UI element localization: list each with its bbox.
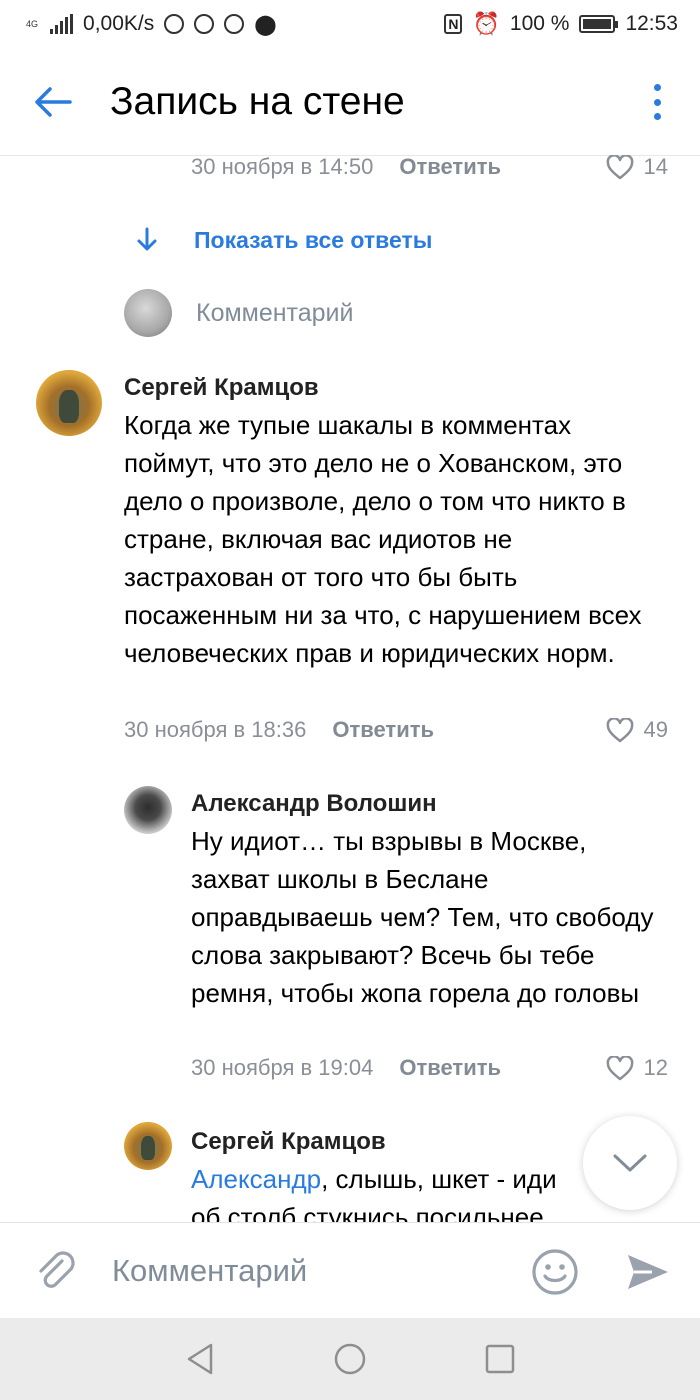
back-button[interactable] [0, 48, 110, 155]
clock: 12:53 [625, 12, 678, 35]
network-speed: 0,00K/s [83, 12, 155, 35]
comment-prompt-label: Комментарий [196, 298, 354, 327]
status-right: N ⏰ 100 % 12:53 [444, 11, 678, 37]
like-button[interactable]: 14 [606, 154, 668, 180]
comment-text: Ну идиот… ты взрывы в Москве, захват шко… [191, 826, 654, 1008]
send-icon [628, 1255, 668, 1289]
comment-composer [0, 1222, 700, 1318]
show-all-replies-button[interactable]: Показать все ответы [134, 226, 432, 254]
heart-icon [606, 154, 633, 179]
arrow-down-icon [137, 227, 157, 251]
comment-date: 30 ноября в 19:04 [191, 1055, 374, 1080]
scroll-down-button[interactable] [583, 1116, 677, 1210]
comment: Сергей Крамцов Когда же тупые шакалы в к… [124, 374, 654, 672]
nav-back-button[interactable] [180, 1339, 220, 1379]
like-count: 49 [643, 717, 668, 742]
chevron-down-icon [613, 1154, 647, 1172]
nav-home-icon [334, 1343, 366, 1375]
comment-text: Когда же тупые шакалы в комментах поймут… [124, 410, 642, 668]
comment-date: 30 ноября в 14:50 [191, 154, 374, 179]
alarm-icon: ⏰ [472, 11, 500, 36]
nav-back-icon [187, 1343, 213, 1375]
avatar[interactable] [124, 1122, 172, 1170]
system-nav-bar [0, 1318, 700, 1400]
location-icon: ⬤ [254, 13, 277, 36]
smile-icon [532, 1249, 578, 1295]
reply-button[interactable]: Ответить [332, 717, 434, 743]
reply-comment: Сергей Крамцов Александр, слышь, шкет - … [191, 1128, 581, 1222]
status-left: 4G 0,00K/s ⬤ [26, 12, 277, 37]
like-count: 12 [643, 1055, 668, 1080]
comment-author[interactable]: Сергей Крамцов [191, 1128, 581, 1156]
reply-comment: Александр Волошин Ну идиот… ты взрывы в … [191, 790, 661, 1012]
like-count: 14 [643, 154, 668, 179]
back-arrow-icon [35, 86, 72, 117]
comment-author[interactable]: Сергей Крамцов [124, 374, 654, 402]
app-header: Запись на стене [0, 48, 700, 156]
paperclip-icon [39, 1251, 75, 1288]
reply-button[interactable]: Ответить [399, 154, 501, 180]
viber-notification-icon [224, 14, 245, 34]
attach-button[interactable] [32, 1247, 80, 1295]
more-vertical-icon [653, 84, 661, 120]
comment-text: Александр, слышь, шкет - иди об столб ст… [191, 1160, 581, 1222]
reply-thread-prompt[interactable]: Комментарий [124, 289, 353, 337]
comment-date: 30 ноября в 18:36 [124, 717, 307, 742]
avatar[interactable] [36, 370, 102, 436]
like-button[interactable]: 49 [606, 717, 668, 743]
mention-link[interactable]: Александр [191, 1164, 321, 1194]
app-notification-icon [194, 14, 215, 34]
comment-input[interactable] [112, 1253, 492, 1289]
send-button[interactable] [622, 1247, 672, 1297]
like-button[interactable]: 12 [606, 1055, 668, 1081]
media-notification-icon [164, 14, 185, 34]
heart-icon [606, 1055, 633, 1080]
avatar [124, 289, 172, 337]
nav-recents-icon [485, 1344, 515, 1374]
page-title: Запись на стене [110, 79, 405, 123]
nav-home-button[interactable] [330, 1339, 370, 1379]
reply-button[interactable]: Ответить [399, 1055, 501, 1081]
battery-percent: 100 % [509, 12, 570, 35]
nav-recents-button[interactable] [480, 1339, 520, 1379]
status-bar: 4G 0,00K/s ⬤ N ⏰ 100 % 12:53 [0, 0, 700, 48]
comment-meta: 30 ноября в 19:04 Ответить [191, 1055, 501, 1081]
network-type-label: 4G [26, 18, 39, 29]
comment-meta: 30 ноября в 18:36 Ответить [124, 717, 434, 743]
reply-meta-top: 30 ноября в 14:50 Ответить [191, 154, 501, 180]
comment-author[interactable]: Александр Волошин [191, 790, 661, 818]
heart-icon [606, 717, 633, 742]
emoji-button[interactable] [530, 1247, 580, 1297]
avatar[interactable] [124, 786, 172, 834]
more-button[interactable] [652, 84, 662, 120]
nfc-icon: N [444, 14, 463, 34]
show-all-replies-label: Показать все ответы [194, 226, 433, 253]
signal-icon [50, 14, 74, 34]
battery-icon [579, 15, 619, 33]
